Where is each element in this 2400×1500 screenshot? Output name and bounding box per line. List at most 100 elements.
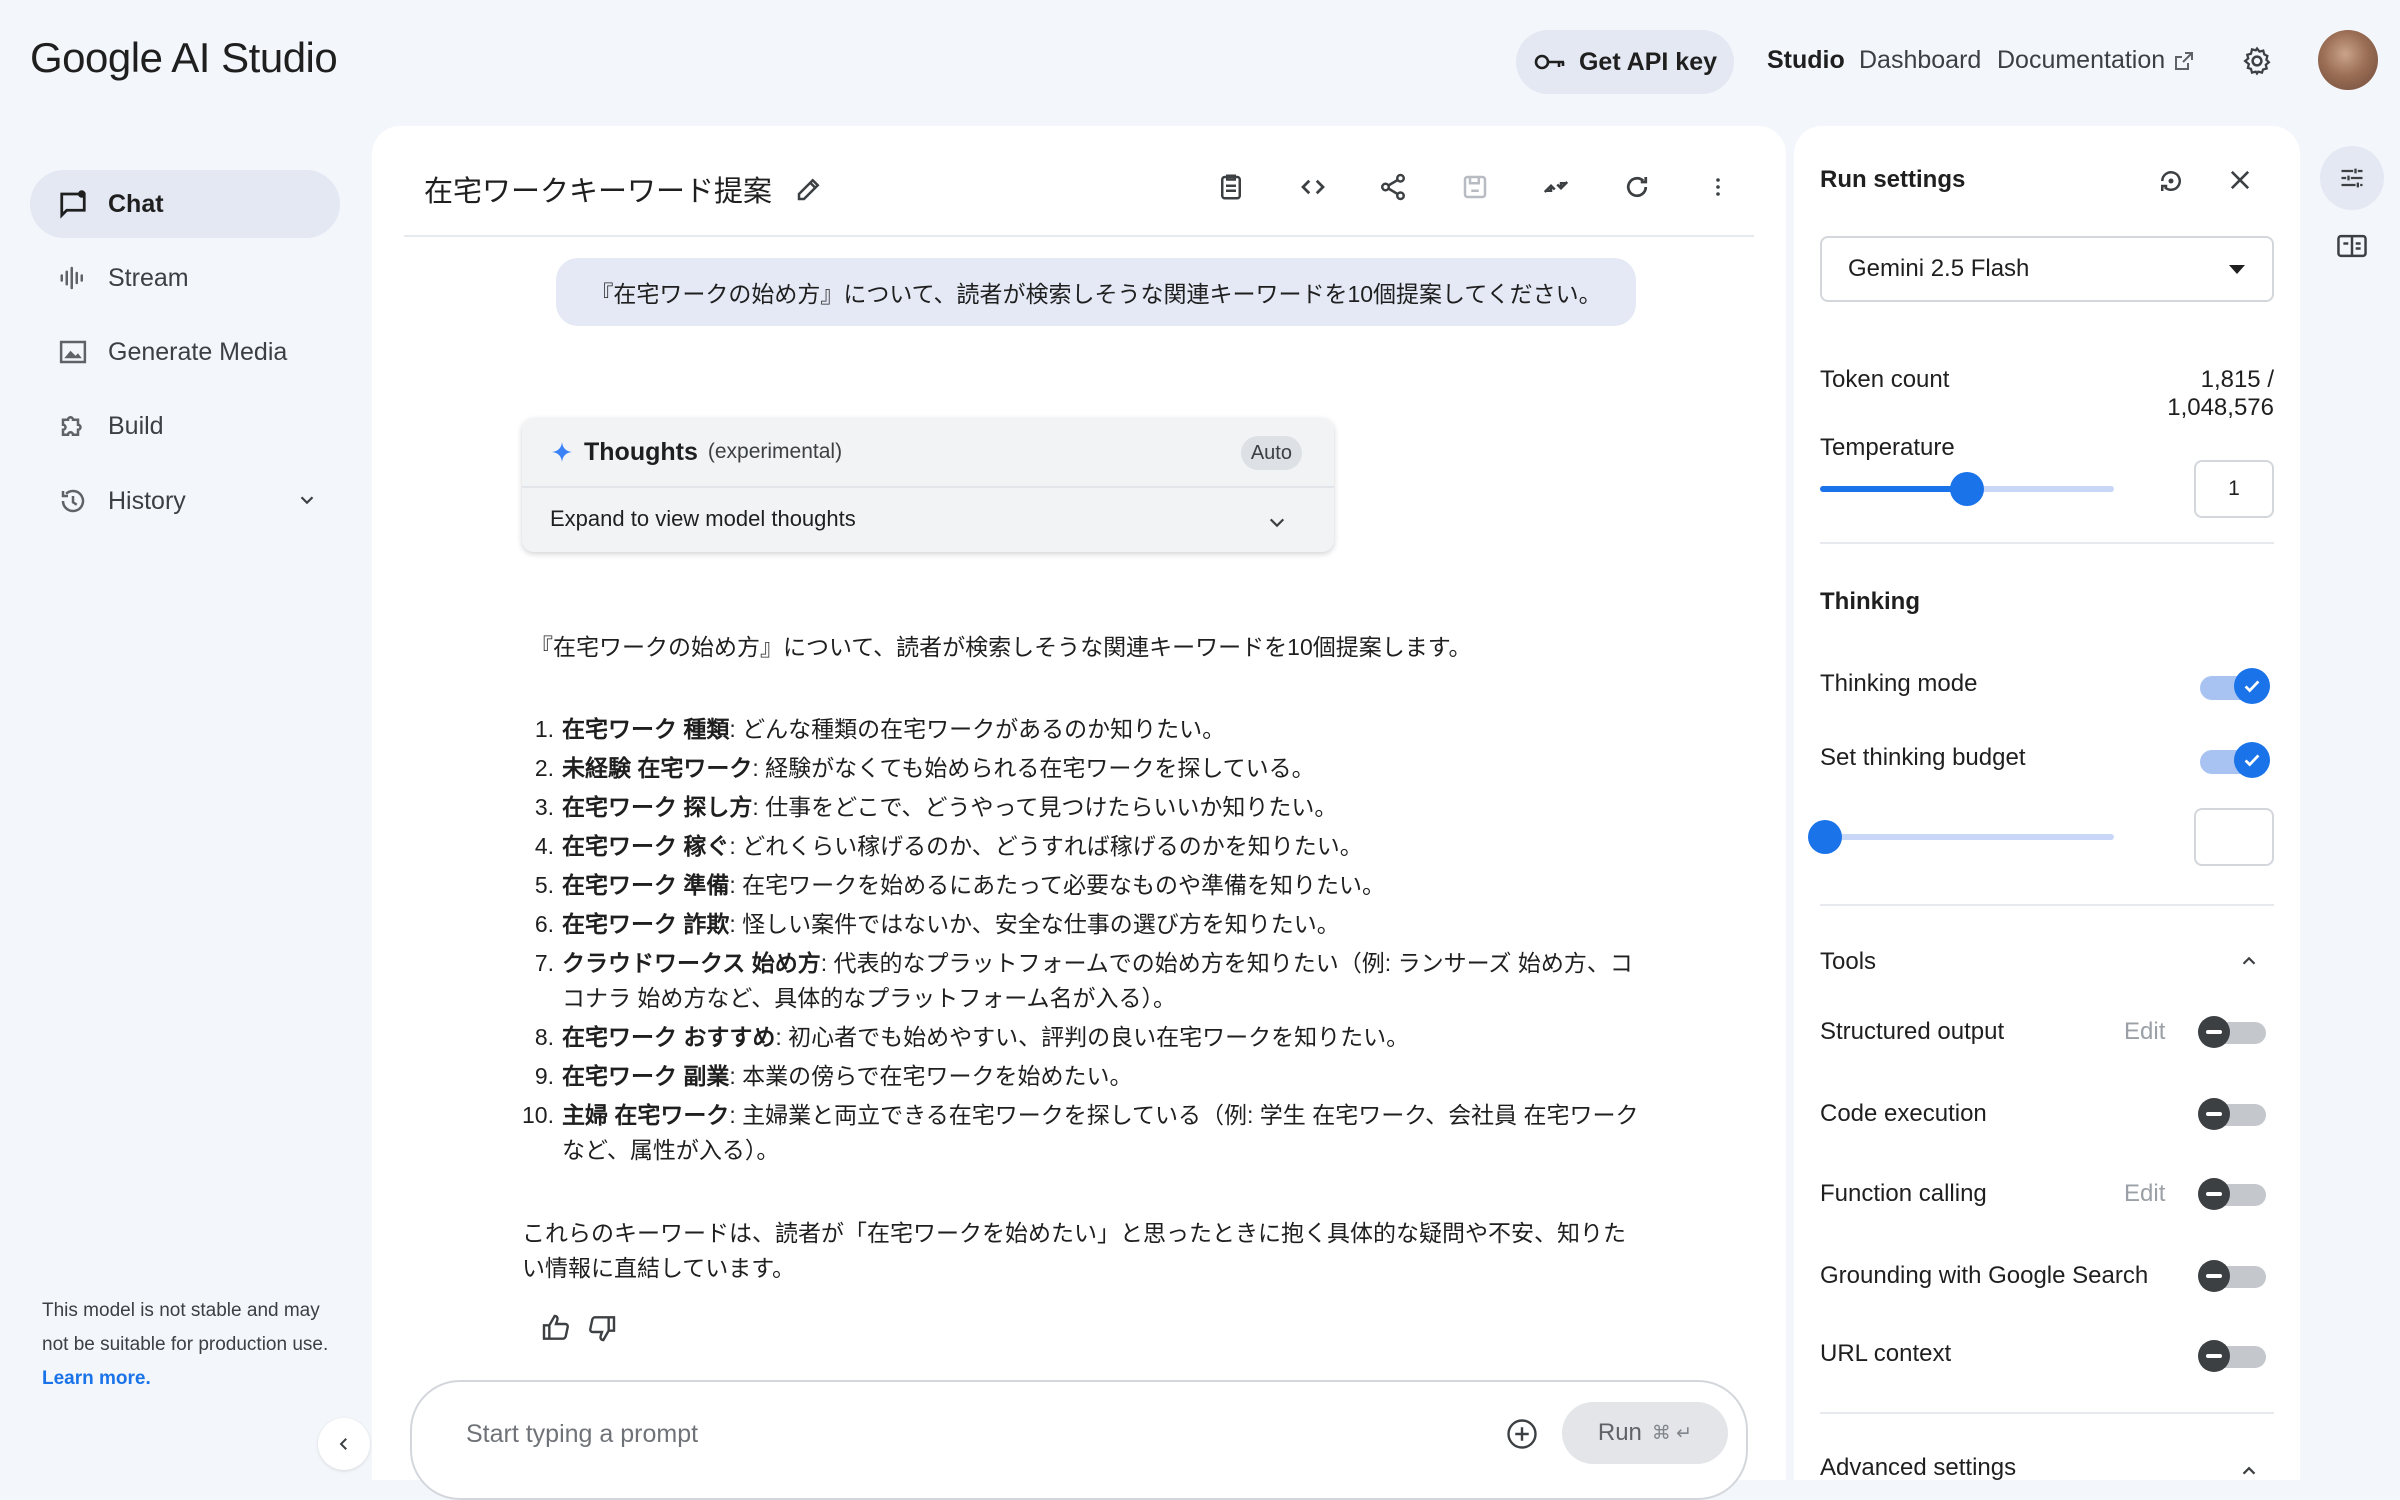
list-item-text: : どれくらい稼げるのか、どうすれば稼げるのかを知りたい。: [729, 833, 1363, 859]
response-outro: これらのキーワードは、読者が「在宅ワークを始めたい」と思ったときに抱く具体的な疑…: [522, 1220, 1626, 1281]
reset-settings-icon[interactable]: [2156, 166, 2186, 196]
thoughts-auto-badge: Auto: [1240, 436, 1302, 470]
list-item-keyword: 在宅ワーク 稼ぐ: [562, 833, 730, 859]
token-count-label: Token count: [1820, 366, 1950, 393]
tool-grounding-label: Grounding with Google Search: [1820, 1262, 2149, 1289]
chevron-up-icon[interactable]: [2238, 950, 2260, 972]
list-item-number: 7.: [534, 950, 554, 976]
list-item-text: : 在宅ワークを始めるにあたって必要なものや準備を知りたい。: [729, 872, 1386, 898]
list-item: 6. 在宅ワーク 詐欺: 怪しい案件ではないか、安全な仕事の選び方を知りたい。: [520, 907, 1650, 942]
model-select[interactable]: Gemini 2.5 Flash: [1820, 236, 2274, 302]
structured-output-toggle[interactable]: [2198, 1014, 2268, 1050]
get-api-key-button[interactable]: Get API key: [1516, 30, 1734, 94]
list-item-keyword: 在宅ワーク 副業: [562, 1063, 730, 1089]
sidebar-item-chat[interactable]: Chat: [30, 170, 340, 238]
gear-icon[interactable]: [2242, 46, 2272, 76]
tool-function-calling-label: Function calling: [1820, 1180, 1987, 1207]
function-calling-edit-link[interactable]: Edit: [2124, 1180, 2165, 1208]
learn-more-link[interactable]: Learn more.: [42, 1368, 151, 1389]
sidebar-item-label: History: [108, 486, 186, 515]
list-item-keyword: 在宅ワーク 種類: [562, 716, 730, 742]
list-item-number: 10.: [522, 1102, 554, 1128]
share-icon[interactable]: [1378, 172, 1408, 202]
thumbs-down-icon[interactable]: [586, 1312, 618, 1344]
chevron-up-icon[interactable]: [2238, 1460, 2260, 1480]
list-item: 3. 在宅ワーク 探し方: 仕事をどこで、どうやって見つけたらいいか知りたい。: [520, 790, 1650, 825]
prompt-input[interactable]: [466, 1416, 1366, 1452]
expand-thoughts-label[interactable]: Expand to view model thoughts: [550, 506, 856, 532]
sidebar-item-history[interactable]: History: [30, 467, 340, 535]
tune-settings-button[interactable]: [2320, 146, 2384, 210]
nav-studio[interactable]: Studio: [1767, 46, 1845, 75]
chevron-left-icon: [335, 1435, 353, 1453]
list-item-number: 8.: [534, 1024, 554, 1050]
temperature-slider-thumb[interactable]: [1950, 472, 1984, 506]
external-link-icon: [2173, 50, 2195, 72]
function-calling-toggle[interactable]: [2198, 1176, 2268, 1212]
list-item-body: 在宅ワーク 稼ぐ: どれくらい稼げるのか、どうすれば稼げるのかを知りたい。: [562, 829, 1363, 864]
list-item: 9. 在宅ワーク 副業: 本業の傍らで在宅ワークを始めたい。: [520, 1059, 1650, 1094]
advanced-settings-title[interactable]: Advanced settings: [1820, 1454, 2016, 1482]
sidebar-item-build[interactable]: Build: [30, 392, 340, 460]
compare-arrows-icon[interactable]: [1540, 172, 1572, 202]
title-divider: [404, 235, 1754, 237]
thinking-section-title: Thinking: [1820, 588, 1920, 615]
check-icon: [2234, 742, 2270, 778]
thinking-mode-toggle[interactable]: [2200, 668, 2270, 704]
compare-view-icon[interactable]: [2336, 232, 2368, 260]
thinking-budget-toggle[interactable]: [2200, 742, 2270, 778]
list-item-body: 在宅ワーク 準備: 在宅ワークを始めるにあたって必要なものや準備を知りたい。: [562, 868, 1385, 903]
avatar[interactable]: [2318, 30, 2378, 90]
more-vert-icon[interactable]: [1706, 172, 1730, 202]
list-item-number: 4.: [534, 833, 554, 859]
list-item-body: 主婦 在宅ワーク: 主婦業と両立できる在宅ワークを探している（例: 学生 在宅ワ…: [562, 1098, 1650, 1168]
url-context-toggle[interactable]: [2198, 1338, 2268, 1374]
run-label: Run: [1597, 1419, 1642, 1446]
list-item-body: 在宅ワーク 探し方: 仕事をどこで、どうやって見つけたらいいか知りたい。: [562, 790, 1337, 825]
pencil-icon[interactable]: [794, 174, 824, 204]
code-execution-toggle[interactable]: [2198, 1096, 2268, 1132]
list-item-text: : 本業の傍らで在宅ワークを始めたい。: [729, 1063, 1133, 1089]
nav-documentation[interactable]: Documentation: [1997, 46, 2195, 75]
list-item: 7. クラウドワークス 始め方: 代表的なプラットフォームでの始め方を知りたい（例…: [520, 946, 1650, 1016]
app-logo[interactable]: Google AI Studio: [30, 34, 338, 82]
save-disabled-icon[interactable]: [1460, 172, 1490, 202]
thoughts-header: Thoughts (experimental) Auto: [522, 418, 1334, 488]
close-icon[interactable]: [2226, 166, 2254, 194]
thoughts-panel[interactable]: Thoughts (experimental) Auto Expand to v…: [522, 418, 1334, 552]
sidebar-item-stream[interactable]: Stream: [30, 244, 340, 312]
list-item-body: 在宅ワーク おすすめ: 初心者でも始めやすい、評判の良い在宅ワークを知りたい。: [562, 1020, 1409, 1055]
refresh-icon[interactable]: [1622, 172, 1652, 202]
add-circle-icon[interactable]: [1504, 1416, 1540, 1452]
sidebar-item-generate-media[interactable]: Generate Media: [30, 318, 340, 386]
list-item-keyword: 在宅ワーク 準備: [562, 872, 730, 898]
clipboard-icon[interactable]: [1216, 172, 1246, 202]
list-item-body: 未経験 在宅ワーク: 経験がなくても始められる在宅ワークを探している。: [562, 751, 1315, 786]
prompt-box: Run ⌘ ↵: [410, 1380, 1748, 1500]
list-item-number: 2.: [534, 755, 554, 781]
code-icon[interactable]: [1297, 172, 1329, 202]
waveform-icon: [58, 263, 88, 293]
temperature-label: Temperature: [1820, 434, 1955, 461]
chat-title: 在宅ワークキーワード提案: [424, 168, 824, 210]
thinking-budget-slider-thumb[interactable]: [1808, 820, 1842, 854]
thumbs-up-icon[interactable]: [540, 1312, 572, 1344]
tool-structured-output-label: Structured output: [1820, 1018, 2005, 1045]
puzzle-icon: [58, 411, 88, 441]
thinking-budget-input[interactable]: [2194, 808, 2274, 866]
grounding-toggle[interactable]: [2198, 1258, 2268, 1294]
temperature-input[interactable]: 1: [2194, 460, 2274, 518]
get-api-key-label: Get API key: [1578, 47, 1718, 76]
key-icon: [1533, 52, 1567, 72]
user-message: 『在宅ワークの始め方』について、読者が検索しそうな関連キーワードを10個提案して…: [556, 258, 1636, 326]
sidebar-item-label: Stream: [108, 263, 189, 292]
thinking-budget-slider-track[interactable]: [1820, 834, 2114, 840]
logo-product-text: AI Studio: [171, 34, 338, 81]
chevron-down-icon[interactable]: [1266, 514, 1288, 532]
list-item-number: 1.: [534, 716, 554, 742]
structured-output-edit-link[interactable]: Edit: [2124, 1018, 2165, 1046]
run-button[interactable]: Run ⌘ ↵: [1562, 1402, 1728, 1464]
nav-dashboard[interactable]: Dashboard: [1859, 46, 1981, 75]
list-item-text: : 怪しい案件ではないか、安全な仕事の選び方を知りたい。: [729, 911, 1340, 937]
collapse-sidebar-button[interactable]: [318, 1418, 370, 1470]
